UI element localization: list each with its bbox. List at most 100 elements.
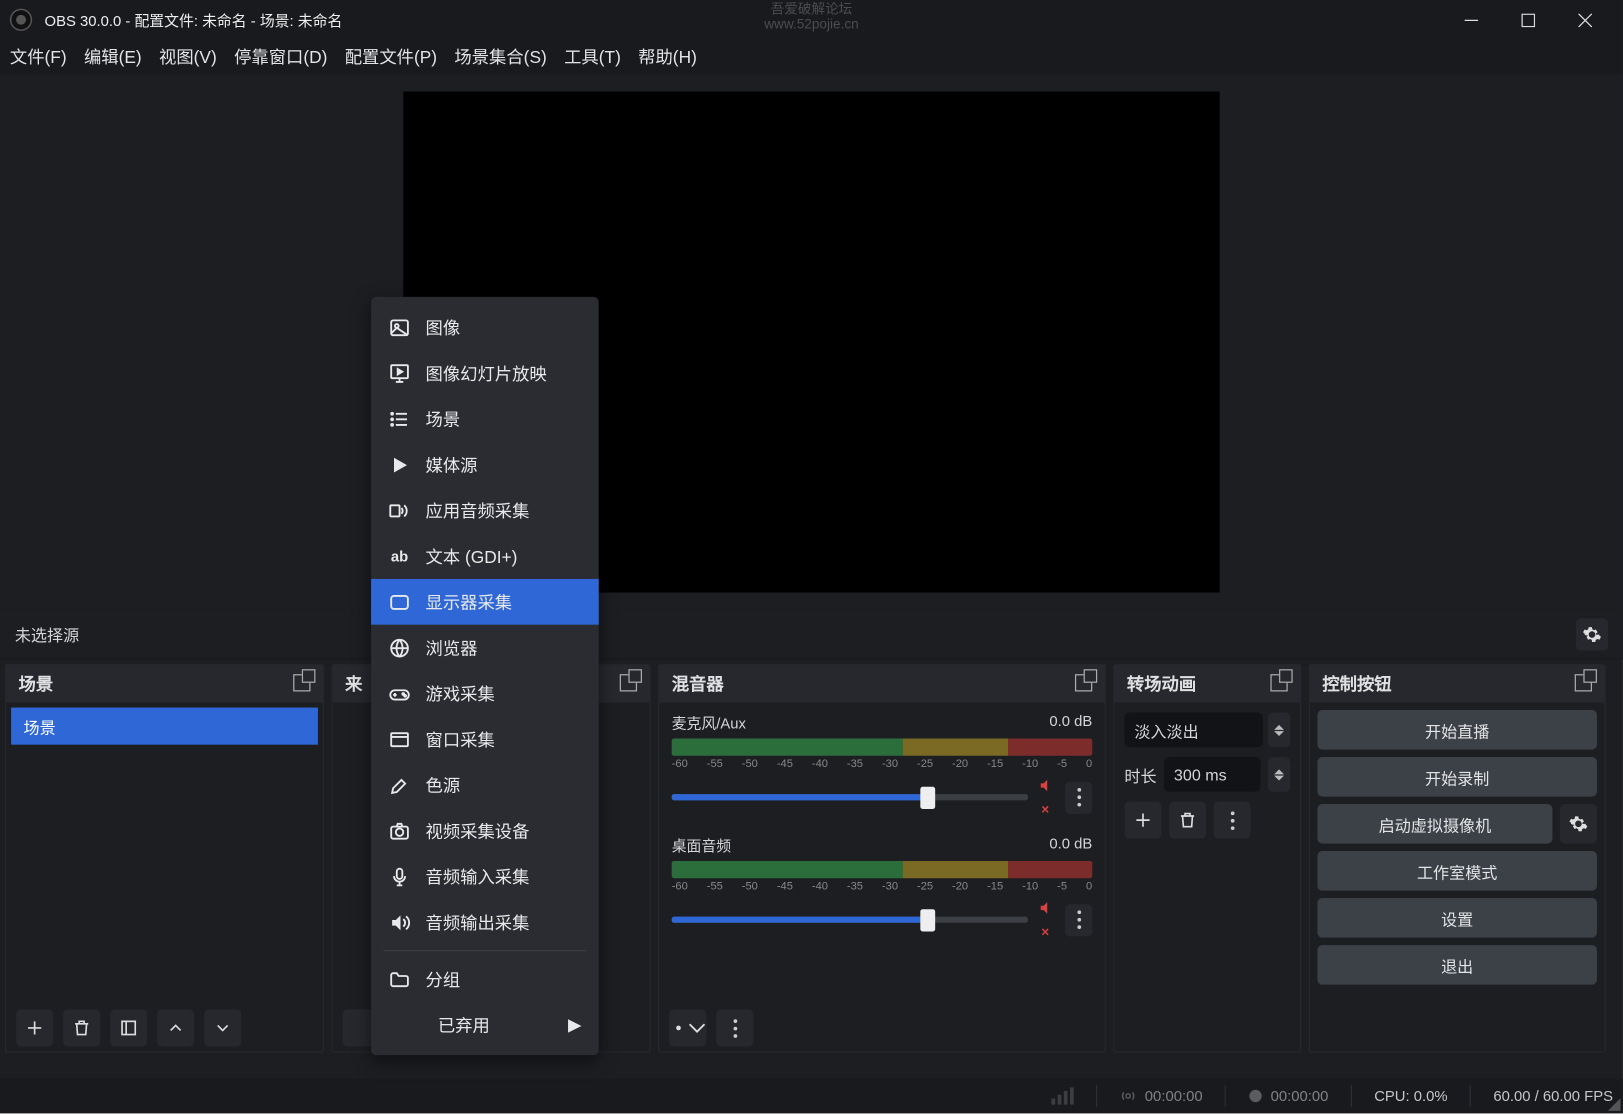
transition-select[interactable]: 淡入淡出	[1124, 713, 1263, 748]
submenu-arrow-icon: ▶	[568, 1014, 581, 1035]
transition-menu-button[interactable]	[1213, 802, 1250, 839]
context-menu-item-label: 媒体源	[426, 452, 478, 477]
start-streaming-button[interactable]: 开始直播	[1317, 710, 1597, 750]
context-menu-item-monitor[interactable]: 显示器采集	[371, 579, 599, 625]
gamepad-icon	[388, 682, 410, 704]
mixer-channel-name: 麦克风/Aux	[672, 713, 746, 734]
mixer-channel-menu-button[interactable]	[1065, 781, 1092, 813]
mixer-meter	[672, 738, 1093, 755]
context-menu-item-已弃用[interactable]: 已弃用 ▶	[371, 1002, 599, 1048]
context-menu-item-globe[interactable]: 浏览器	[371, 625, 599, 671]
transition-duration-input[interactable]: 300 ms	[1164, 757, 1260, 792]
context-menu-item-brush[interactable]: 色源	[371, 762, 599, 808]
transitions-popout-icon[interactable]	[1270, 674, 1287, 695]
context-menu-item-slideshow[interactable]: 图像幻灯片放映	[371, 350, 599, 396]
exit-button[interactable]: 退出	[1317, 945, 1597, 985]
mixer-menu-button[interactable]	[716, 1009, 753, 1046]
menu-edit[interactable]: 编辑(E)	[84, 45, 142, 70]
mixer-meter	[672, 861, 1093, 878]
context-menu-item-window[interactable]: 窗口采集	[371, 716, 599, 762]
image-icon	[388, 316, 410, 338]
context-menu-item-mic[interactable]: 音频输入采集	[371, 854, 599, 900]
network-icon	[1052, 1087, 1074, 1104]
scenes-dock-title: 场景	[19, 672, 54, 697]
scene-item[interactable]: 场景	[11, 708, 318, 745]
status-bar: 00:00:00 00:00:00 CPU: 0.0% 60.00 / 60.0…	[0, 1079, 1623, 1114]
audio-app-icon	[388, 499, 410, 521]
transition-duration-spin[interactable]	[1268, 757, 1290, 792]
menu-view[interactable]: 视图(V)	[159, 45, 217, 70]
preview-area	[0, 74, 1623, 610]
record-status: 00:00:00	[1248, 1087, 1328, 1104]
menu-file[interactable]: 文件(F)	[10, 45, 67, 70]
context-menu-item-label: 文本 (GDI+)	[426, 544, 518, 569]
context-menu-item-label: 音频输入采集	[426, 864, 530, 889]
context-menu-item-label: 已弃用	[438, 1012, 490, 1037]
monitor-icon	[388, 591, 410, 613]
add-source-context-menu: 图像 图像幻灯片放映 场景 媒体源 应用音频采集 ab 文本 (GDI+) 显示…	[371, 297, 599, 1055]
menu-profile[interactable]: 配置文件(P)	[345, 45, 437, 70]
context-menu-item-image[interactable]: 图像	[371, 304, 599, 350]
resize-grip-icon[interactable]	[1608, 1098, 1620, 1110]
window-titlebar: OBS 30.0.0 - 配置文件: 未命名 - 场景: 未命名 吾爱破解论坛 …	[0, 0, 1623, 40]
mixer-mute-button[interactable]: ×	[1035, 777, 1057, 818]
context-menu-item-camera[interactable]: 视频采集设备	[371, 808, 599, 854]
context-menu-item-folder[interactable]: 分组	[371, 956, 599, 1002]
transitions-dock: 转场动画 淡入淡出 时长 300 ms	[1113, 664, 1301, 1052]
context-menu-item-speaker[interactable]: 音频输出采集	[371, 899, 599, 945]
context-menu-item-label: 分组	[426, 967, 461, 992]
context-menu-item-list[interactable]: 场景	[371, 396, 599, 442]
window-maximize-button[interactable]	[1499, 0, 1556, 40]
context-menu-item-play[interactable]: 媒体源	[371, 442, 599, 488]
blank-icon	[388, 1014, 410, 1036]
transition-add-button[interactable]	[1124, 802, 1161, 839]
context-menu-item-label: 场景	[426, 406, 461, 431]
scene-moveup-button[interactable]	[157, 1009, 194, 1046]
menu-dock[interactable]: 停靠窗口(D)	[234, 45, 327, 70]
mixer-mute-button[interactable]: ×	[1035, 899, 1057, 940]
scenes-popout-icon[interactable]	[293, 674, 310, 695]
controls-popout-icon[interactable]	[1575, 674, 1592, 695]
mixer-channel-name: 桌面音频	[672, 835, 731, 856]
scene-item-label: 场景	[24, 714, 56, 738]
start-virtualcam-button[interactable]: 启动虚拟摄像机	[1317, 804, 1552, 844]
context-menu-item-label: 显示器采集	[426, 589, 513, 614]
list-icon	[388, 408, 410, 430]
scene-add-button[interactable]	[16, 1009, 53, 1046]
mixer-advanced-button[interactable]	[669, 1009, 706, 1046]
context-menu-item-audio-app[interactable]: 应用音频采集	[371, 487, 599, 533]
menu-scenecollection[interactable]: 场景集合(S)	[454, 45, 546, 70]
window-close-button[interactable]	[1556, 0, 1613, 40]
context-menu-item-label: 游戏采集	[426, 681, 495, 706]
virtualcam-config-button[interactable]	[1560, 804, 1597, 844]
studio-mode-button[interactable]: 工作室模式	[1317, 851, 1597, 891]
scene-movedown-button[interactable]	[204, 1009, 241, 1046]
mixer-volume-slider[interactable]	[672, 917, 1028, 923]
context-menu-item-label: 图像	[426, 315, 461, 340]
context-menu-item-text[interactable]: ab 文本 (GDI+)	[371, 533, 599, 579]
menu-help[interactable]: 帮助(H)	[638, 45, 697, 70]
menubar: 文件(F) 编辑(E) 视图(V) 停靠窗口(D) 配置文件(P) 场景集合(S…	[0, 40, 1623, 75]
transition-delete-button[interactable]	[1169, 802, 1206, 839]
menu-tools[interactable]: 工具(T)	[564, 45, 621, 70]
no-source-label: 未选择源	[15, 622, 79, 646]
controls-dock-title: 控制按钮	[1322, 672, 1391, 697]
context-menu-item-gamepad[interactable]: 游戏采集	[371, 670, 599, 716]
transition-select-spin[interactable]	[1268, 713, 1290, 748]
camera-icon	[388, 820, 410, 842]
mixer-dock-title: 混音器	[672, 672, 724, 697]
window-title: OBS 30.0.0 - 配置文件: 未命名 - 场景: 未命名	[45, 9, 343, 30]
mixer-popout-icon[interactable]	[1075, 674, 1092, 695]
scene-delete-button[interactable]	[63, 1009, 100, 1046]
settings-button[interactable]: 设置	[1317, 898, 1597, 938]
window-minimize-button[interactable]	[1442, 0, 1499, 40]
mixer-volume-slider[interactable]	[672, 794, 1028, 800]
start-recording-button[interactable]: 开始录制	[1317, 757, 1597, 797]
source-properties-gear-button[interactable]	[1576, 618, 1608, 650]
scene-filter-button[interactable]	[110, 1009, 147, 1046]
sources-popout-icon[interactable]	[620, 674, 637, 695]
context-menu-item-label: 浏览器	[426, 635, 478, 660]
transitions-dock-title: 转场动画	[1127, 672, 1196, 697]
slideshow-icon	[388, 362, 410, 384]
mixer-channel-menu-button[interactable]	[1065, 904, 1092, 936]
